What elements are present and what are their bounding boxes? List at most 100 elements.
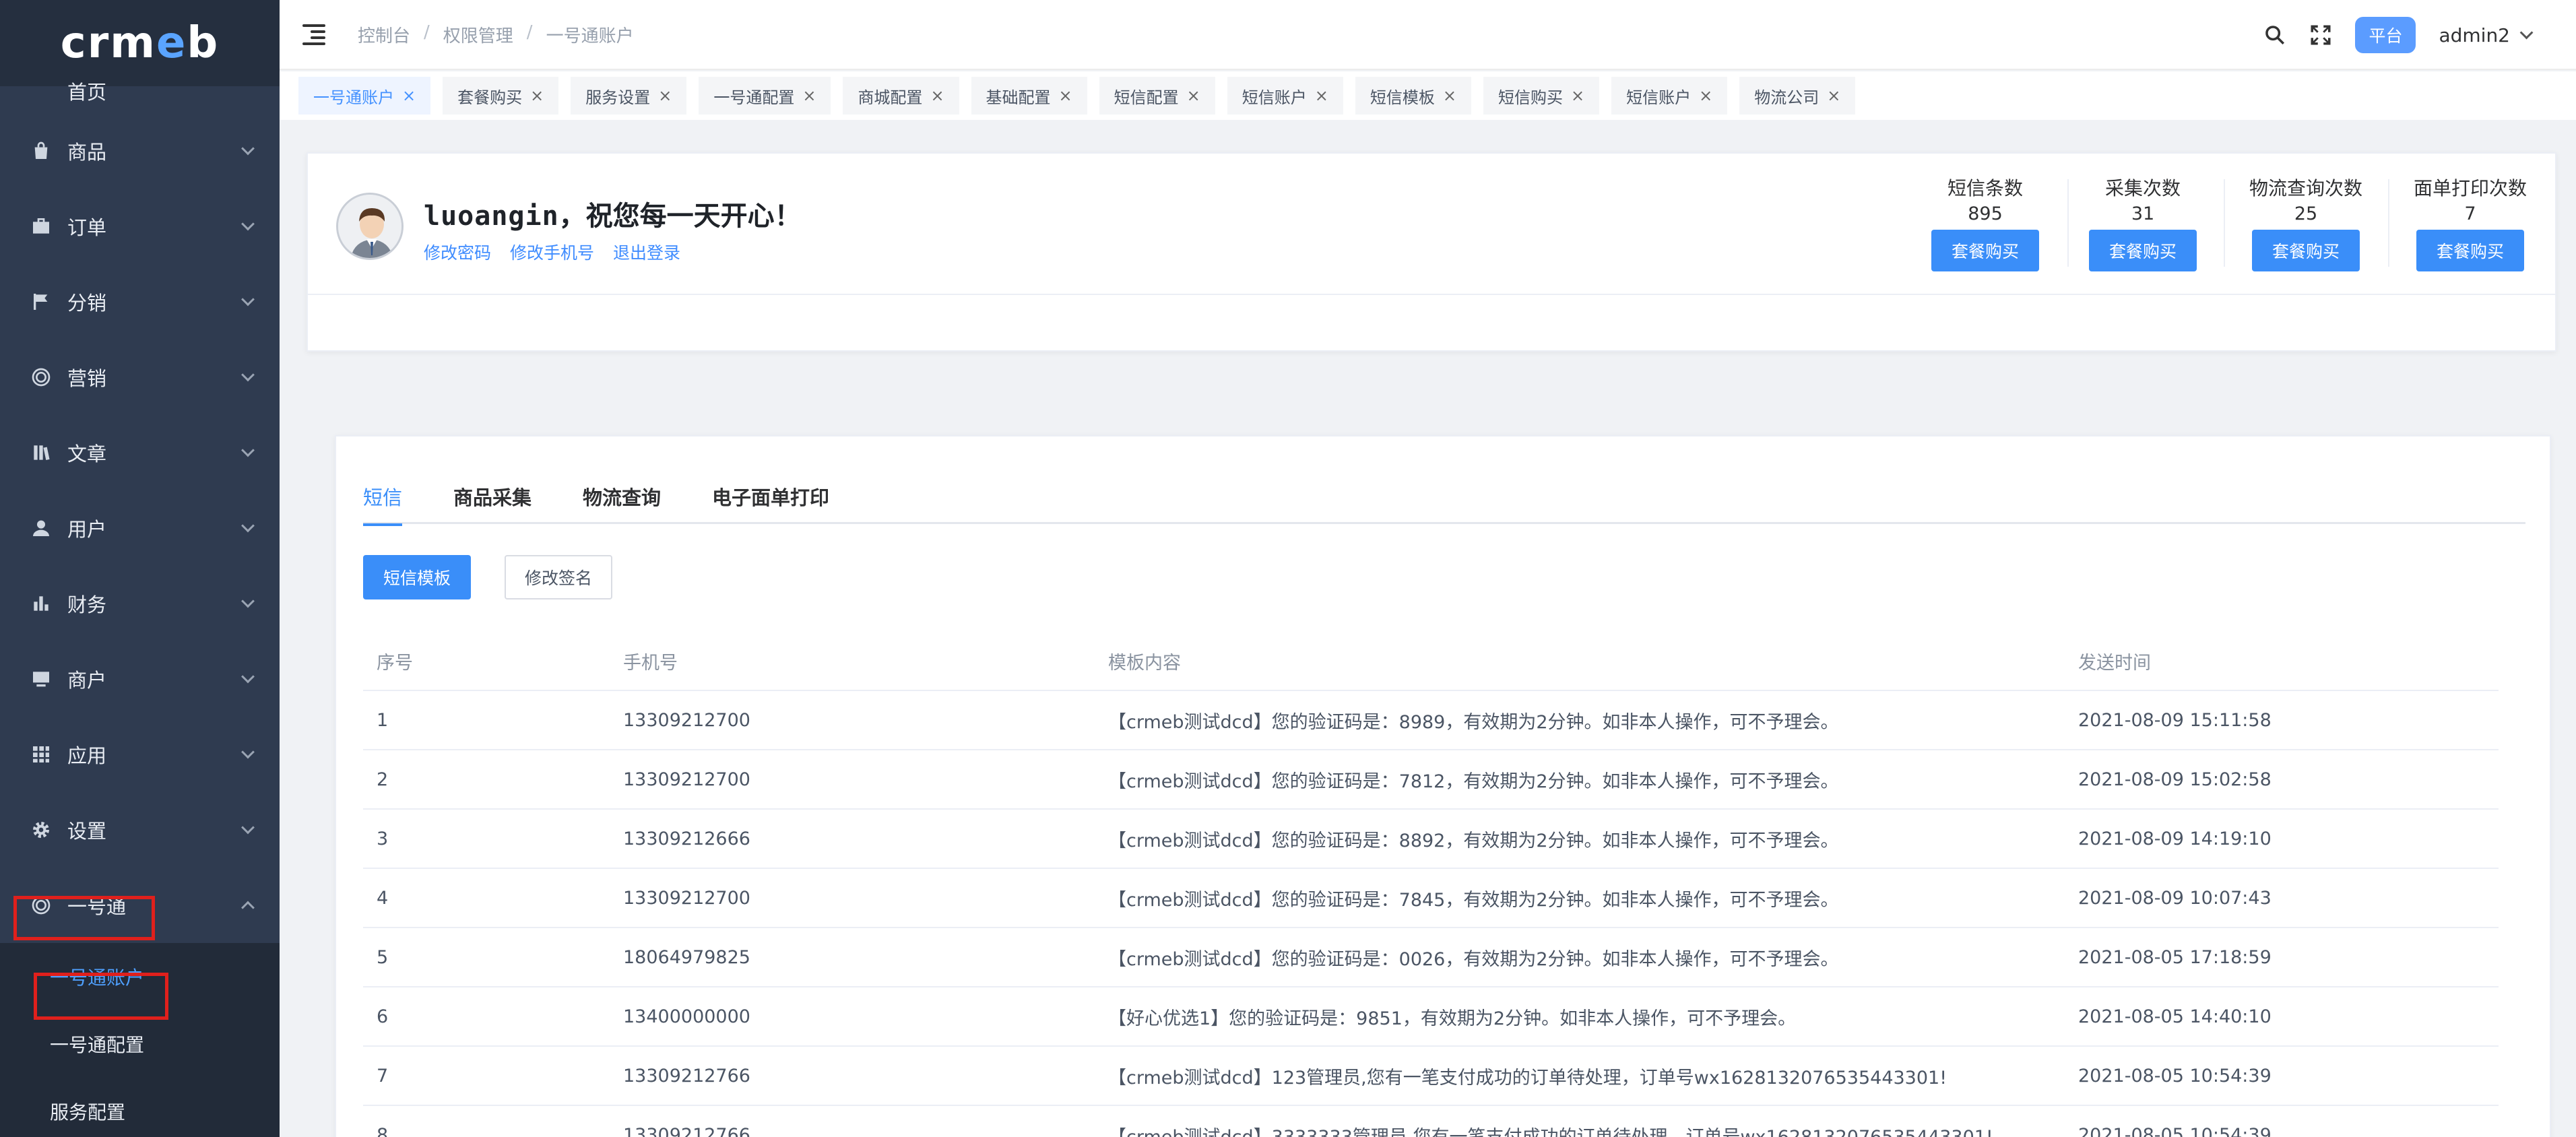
sidebar-item-apps[interactable]: 应用 bbox=[0, 717, 280, 792]
main-content: luoangin ，祝您每一天开心！ 修改密码 修改手机号 退出登录 短信条数 … bbox=[280, 120, 2576, 1137]
sidebar-subitem-service[interactable]: 服务配置 bbox=[0, 1078, 280, 1137]
account-card: luoangin ，祝您每一天开心！ 修改密码 修改手机号 退出登录 短信条数 … bbox=[307, 152, 2556, 352]
stat-value: 7 bbox=[2464, 203, 2476, 224]
breadcrumb-item[interactable]: 权限管理 bbox=[443, 22, 513, 47]
close-icon[interactable]: × bbox=[1571, 86, 1584, 105]
change-password-link[interactable]: 修改密码 bbox=[424, 240, 491, 264]
sidebar-item-label: 文章 bbox=[67, 443, 107, 465]
cell-index: 6 bbox=[377, 1006, 389, 1027]
sidebar-item-users[interactable]: 用户 bbox=[0, 490, 280, 566]
close-icon[interactable]: × bbox=[1827, 86, 1840, 105]
buy-package-button[interactable]: 套餐购买 bbox=[1931, 230, 2039, 271]
breadcrumb-item[interactable]: 控制台 bbox=[358, 22, 410, 47]
close-icon[interactable]: × bbox=[1443, 86, 1456, 105]
tag-item[interactable]: 短信购买 × bbox=[1483, 77, 1600, 115]
tag-item[interactable]: 一号通账户 × bbox=[298, 77, 431, 115]
sidebar-item-merchants[interactable]: 商户 bbox=[0, 641, 280, 717]
stat-value: 895 bbox=[1968, 203, 2003, 224]
sidebar-item-goods[interactable]: 商品 bbox=[0, 113, 280, 189]
chevron-down-icon bbox=[241, 141, 255, 156]
sidebar-item-distribution[interactable]: 分销 bbox=[0, 264, 280, 339]
edit-signature-button[interactable]: 修改签名 bbox=[505, 555, 612, 599]
tag-item[interactable]: 基础配置 × bbox=[971, 77, 1087, 115]
close-icon[interactable]: × bbox=[530, 86, 544, 105]
cell-time: 2021-08-05 10:54:39 bbox=[2078, 1065, 2272, 1086]
cell-time: 2021-08-09 15:11:58 bbox=[2078, 709, 2272, 731]
grid-icon bbox=[30, 743, 53, 766]
tag-label: 物流公司 bbox=[1754, 88, 1820, 107]
cell-phone: 13309212700 bbox=[623, 709, 750, 731]
logo[interactable]: crm e b bbox=[0, 0, 280, 86]
column-header: 发送时间 bbox=[2078, 652, 2151, 674]
close-icon[interactable]: × bbox=[802, 86, 816, 105]
user-menu[interactable]: admin2 bbox=[2439, 24, 2534, 46]
tag-label: 短信账户 bbox=[1626, 88, 1692, 107]
tag-label: 服务设置 bbox=[585, 88, 651, 107]
sidebar-item-finance[interactable]: 财务 bbox=[0, 566, 280, 641]
platform-badge[interactable]: 平台 bbox=[2355, 17, 2416, 53]
buy-package-button[interactable]: 套餐购买 bbox=[2416, 230, 2524, 271]
tag-item[interactable]: 短信账户 × bbox=[1611, 77, 1728, 115]
cell-time: 2021-08-05 14:40:10 bbox=[2078, 1006, 2272, 1027]
tab-logistics[interactable]: 物流查询 bbox=[583, 469, 661, 524]
sidebar-item-yihaotong[interactable]: 一号通 bbox=[0, 868, 280, 943]
tag-item[interactable]: 服务设置 × bbox=[571, 77, 687, 115]
tag-label: 基础配置 bbox=[986, 88, 1051, 107]
sidebar-submenu: 一号通账户 一号通配置 服务配置 bbox=[0, 943, 280, 1137]
sidebar-item-label: 用户 bbox=[67, 518, 107, 541]
table-row: 1 13309212700 【crmeb测试dcd】您的验证码是：8989，有效… bbox=[363, 691, 2499, 750]
sidebar-item-orders[interactable]: 订单 bbox=[0, 189, 280, 264]
close-icon[interactable]: × bbox=[402, 86, 416, 105]
buy-package-button[interactable]: 套餐购买 bbox=[2089, 230, 2197, 271]
tab-e-waybill[interactable]: 电子面单打印 bbox=[712, 469, 829, 524]
sidebar-item-marketing[interactable]: 营销 bbox=[0, 339, 280, 415]
close-icon[interactable]: × bbox=[1315, 86, 1328, 105]
menu-toggle-icon[interactable] bbox=[302, 24, 325, 45]
chevron-down-icon bbox=[241, 594, 255, 608]
sidebar-item-settings[interactable]: 设置 bbox=[0, 792, 280, 868]
table-row: 8 13309212766 【crmeb测试dcd】3333333管理员,您有一… bbox=[363, 1106, 2499, 1137]
close-icon[interactable]: × bbox=[1699, 86, 1712, 105]
close-icon[interactable]: × bbox=[1187, 86, 1200, 105]
cell-index: 7 bbox=[377, 1065, 389, 1086]
close-icon[interactable]: × bbox=[1059, 86, 1072, 105]
logout-link[interactable]: 退出登录 bbox=[613, 240, 680, 264]
sidebar-subitem-account[interactable]: 一号通账户 bbox=[0, 943, 280, 1010]
account-summary: luoangin ，祝您每一天开心！ 修改密码 修改手机号 退出登录 短信条数 … bbox=[308, 154, 2555, 295]
sidebar-item-articles[interactable]: 文章 bbox=[0, 415, 280, 490]
chevron-down-icon bbox=[241, 519, 255, 533]
cell-phone: 13309212666 bbox=[623, 828, 750, 849]
buy-package-button[interactable]: 套餐购买 bbox=[2252, 230, 2360, 271]
flag-icon bbox=[30, 290, 53, 313]
cell-index: 1 bbox=[377, 709, 389, 731]
tab-product-collect[interactable]: 商品采集 bbox=[453, 469, 532, 524]
tag-item[interactable]: 商城配置 × bbox=[843, 77, 959, 115]
close-icon[interactable]: × bbox=[658, 86, 672, 105]
tab-sms[interactable]: 短信 bbox=[363, 469, 403, 526]
close-icon[interactable]: × bbox=[930, 86, 944, 105]
sidebar-subitem-config[interactable]: 一号通配置 bbox=[0, 1010, 280, 1078]
tag-label: 商城配置 bbox=[858, 88, 923, 107]
sidebar-item-label: 商户 bbox=[67, 669, 107, 692]
tag-item[interactable]: 短信模板 × bbox=[1355, 77, 1471, 115]
search-icon[interactable] bbox=[2263, 24, 2286, 46]
tag-item[interactable]: 短信配置 × bbox=[1099, 77, 1215, 115]
fullscreen-icon[interactable] bbox=[2309, 24, 2332, 46]
cell-time: 2021-08-09 14:19:10 bbox=[2078, 828, 2272, 849]
tag-item[interactable]: 套餐购买 × bbox=[443, 77, 559, 115]
table-row: 3 13309212666 【crmeb测试dcd】您的验证码是：8892，有效… bbox=[363, 810, 2499, 869]
sidebar-item-label: 财务 bbox=[67, 593, 107, 616]
sms-template-button[interactable]: 短信模板 bbox=[363, 555, 471, 599]
tag-label: 短信模板 bbox=[1370, 88, 1435, 107]
circle-icon bbox=[30, 894, 53, 917]
sidebar-item-label: 商品 bbox=[67, 141, 107, 164]
tag-item[interactable]: 一号通配置 × bbox=[699, 77, 831, 115]
sidebar-item-home[interactable]: 首页 bbox=[0, 81, 280, 113]
cell-content: 【crmeb测试dcd】您的验证码是：7845，有效期为2分钟。如非本人操作，可… bbox=[1108, 889, 1839, 911]
chevron-down-icon bbox=[241, 217, 255, 231]
book-icon bbox=[30, 441, 53, 464]
app-root: crm e b 首页 商品 订单 分销 营销 文章 用户 财务 商户 应用 设置… bbox=[0, 0, 2576, 1137]
tag-item[interactable]: 短信账户 × bbox=[1227, 77, 1343, 115]
change-phone-link[interactable]: 修改手机号 bbox=[510, 240, 594, 264]
tag-item[interactable]: 物流公司 × bbox=[1739, 77, 1856, 115]
